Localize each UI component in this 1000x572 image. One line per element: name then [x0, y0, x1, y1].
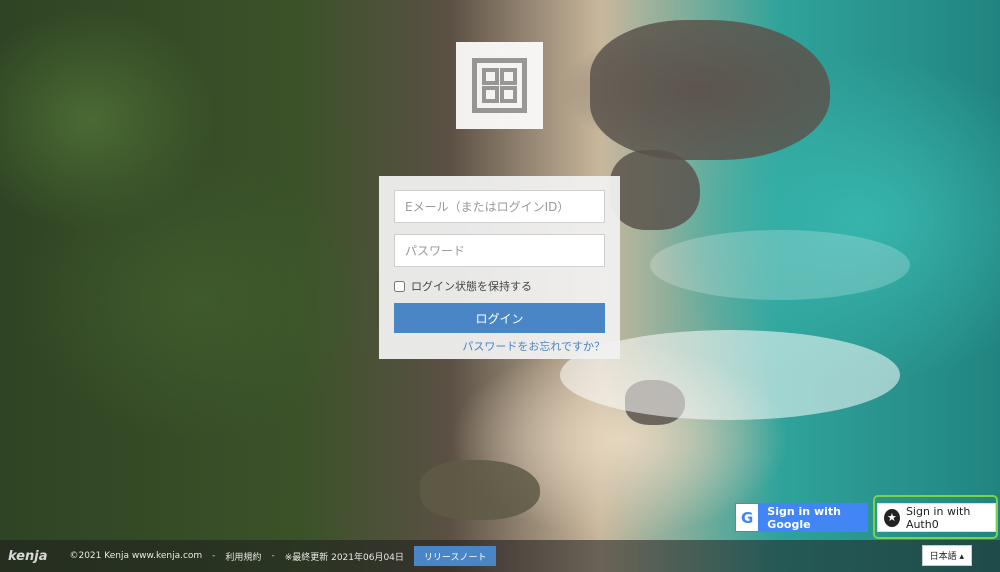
sign-in-with-auth0-button[interactable]: ★ Sign in with Auth0 [877, 503, 996, 532]
copyright-text: ©2021 Kenja www.kenja.com [69, 551, 203, 561]
footer-separator: - [212, 551, 216, 561]
background-rock [610, 150, 700, 230]
auth0-star-icon: ★ [884, 508, 900, 527]
kenja-grid-logo-icon [456, 42, 543, 129]
google-button-label: Sign in with Google [767, 504, 841, 531]
background-rock [420, 460, 540, 520]
last-updated-text: ※最終更新 2021年06月04日 [284, 552, 404, 563]
release-notes-button[interactable]: リリースノート [413, 546, 497, 566]
email-input[interactable] [394, 190, 605, 223]
google-g-icon: G [736, 504, 759, 531]
login-form: ログイン状態を保持する ログイン パスワードをお忘れですか？ [379, 176, 620, 359]
password-input[interactable] [394, 234, 605, 267]
sign-in-with-google-button[interactable]: G Sign in with Google [735, 503, 868, 532]
background-foam [650, 230, 910, 300]
auth0-button-label: Sign in with Auth0 [905, 504, 971, 531]
login-button[interactable]: ログイン [394, 303, 605, 333]
footer-bar: kenja ©2021 Kenja www.kenja.com - 利用規約 -… [0, 540, 1000, 572]
remember-me[interactable]: ログイン状態を保持する [394, 278, 605, 294]
terms-link[interactable]: 利用規約 [225, 550, 261, 563]
language-selector[interactable]: 日本語 ▴ [921, 545, 972, 566]
remember-me-label: ログイン状態を保持する [411, 280, 532, 293]
forgot-password-link[interactable]: パスワードをお忘れですか？ [394, 338, 605, 354]
footer-separator: - [271, 551, 275, 561]
footer-brand-logo: kenja [8, 548, 48, 564]
remember-me-checkbox[interactable] [394, 280, 405, 292]
background-rock [590, 20, 830, 160]
